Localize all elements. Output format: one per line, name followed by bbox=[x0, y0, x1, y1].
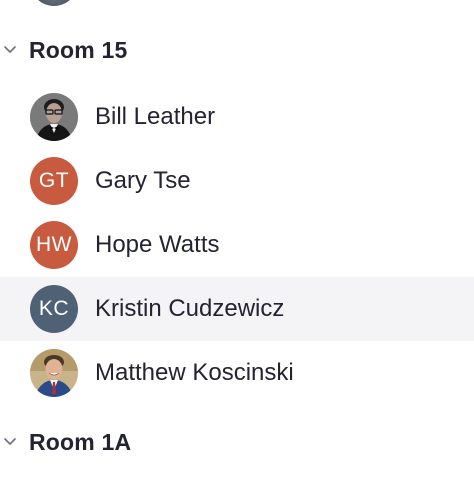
room-header-room-1a[interactable]: Room 1A bbox=[0, 422, 474, 462]
participant-name: Hope Watts bbox=[95, 231, 220, 258]
participant-row-matthew-koscinski[interactable]: Matthew Koscinski bbox=[0, 341, 474, 405]
avatar-initials: GT bbox=[38, 169, 70, 192]
room-header-room-15[interactable]: Room 15 bbox=[0, 30, 474, 70]
initials-avatar: GT bbox=[30, 157, 78, 205]
person-photo-icon bbox=[30, 93, 78, 141]
initials-avatar: HW bbox=[30, 221, 78, 269]
chevron-down-icon[interactable] bbox=[0, 422, 20, 462]
breakout-rooms-panel: Room 15 Bill Leather GT Gary Tse HW Hope… bbox=[0, 0, 474, 492]
avatar-initials: HW bbox=[36, 233, 72, 256]
participant-name: Kristin Cudzewicz bbox=[95, 295, 285, 322]
room-name: Room 15 bbox=[29, 36, 128, 63]
person-photo-icon bbox=[30, 349, 78, 397]
participant-name: Matthew Koscinski bbox=[95, 359, 294, 386]
avatar-initials: KC bbox=[38, 297, 70, 320]
participant-row-kristin-cudzewicz[interactable]: KC Kristin Cudzewicz bbox=[0, 277, 474, 341]
chevron-down-icon[interactable] bbox=[0, 30, 20, 70]
participant-avatar-partial bbox=[30, 0, 78, 6]
participant-row-gary-tse[interactable]: GT Gary Tse bbox=[0, 149, 474, 213]
participant-row-hope-watts[interactable]: HW Hope Watts bbox=[0, 213, 474, 277]
initials-avatar: KC bbox=[30, 285, 78, 333]
participant-name: Bill Leather bbox=[95, 103, 216, 130]
participant-name: Gary Tse bbox=[95, 167, 191, 194]
room-name: Room 1A bbox=[29, 428, 132, 455]
participant-row-bill-leather[interactable]: Bill Leather bbox=[0, 85, 474, 149]
